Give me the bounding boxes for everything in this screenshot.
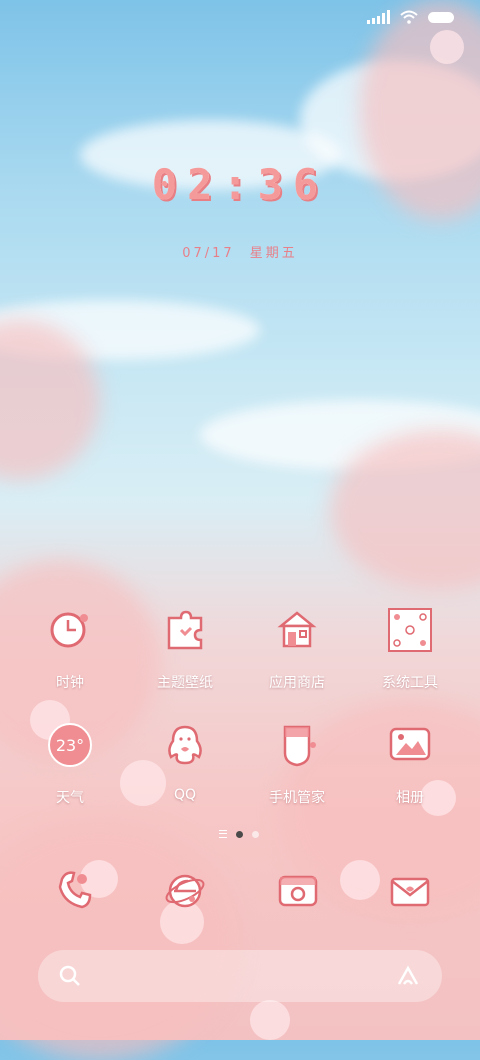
app-weather[interactable]: 23° 天气	[15, 715, 125, 807]
dock-browser[interactable]	[155, 860, 215, 920]
assistant-icon[interactable]	[396, 964, 420, 988]
app-label: 手机管家	[269, 790, 325, 806]
qq-penguin-icon	[155, 715, 215, 775]
shield-icon	[267, 715, 327, 775]
dock-phone[interactable]	[45, 860, 105, 920]
app-clock[interactable]: 时钟	[15, 600, 125, 692]
wifi-icon	[400, 10, 418, 24]
all-apps-menu-icon[interactable]	[219, 830, 227, 838]
search-bar[interactable]	[38, 950, 442, 1002]
app-qq[interactable]: QQ	[130, 715, 240, 803]
tools-folder-icon	[380, 600, 440, 660]
signal-icon	[367, 10, 390, 24]
photo-icon	[380, 715, 440, 775]
app-label: 天气	[56, 790, 84, 806]
envelope-icon	[390, 877, 430, 907]
lock-clock-time[interactable]: 02:36	[0, 160, 480, 209]
date-text: 07/17	[182, 246, 235, 261]
browser-icon	[165, 874, 205, 908]
status-bar	[367, 10, 454, 24]
search-icon[interactable]	[58, 964, 82, 988]
page-indicator[interactable]	[219, 830, 259, 838]
weather-icon: 23°	[40, 715, 100, 775]
app-label: 系统工具	[382, 675, 438, 691]
app-label: 主题壁纸	[157, 675, 213, 691]
app-gallery[interactable]: 相册	[355, 715, 465, 807]
dock-messages[interactable]	[380, 860, 440, 920]
clock-icon	[40, 600, 100, 660]
app-phone-manager[interactable]: 手机管家	[242, 715, 352, 807]
puzzle-icon	[155, 600, 215, 660]
app-folder-system-tools[interactable]: 系统工具	[355, 600, 465, 692]
phone-icon	[58, 871, 92, 909]
page-dot[interactable]	[252, 830, 259, 838]
page-dot[interactable]	[236, 830, 243, 838]
camera-icon	[278, 875, 318, 907]
date-line: 07/17 星期五	[0, 242, 480, 261]
battery-icon	[428, 11, 454, 23]
app-label: 相册	[396, 790, 424, 806]
app-label: 时钟	[56, 675, 84, 691]
app-theme-wallpaper[interactable]: 主题壁纸	[130, 600, 240, 692]
app-label: QQ	[173, 787, 197, 803]
app-label: 应用商店	[269, 675, 325, 691]
weekday-text: 星期五	[249, 246, 298, 261]
dock-camera[interactable]	[268, 860, 328, 920]
app-store[interactable]: 应用商店	[242, 600, 352, 692]
temperature-badge: 23°	[48, 723, 92, 767]
house-icon	[267, 600, 327, 660]
